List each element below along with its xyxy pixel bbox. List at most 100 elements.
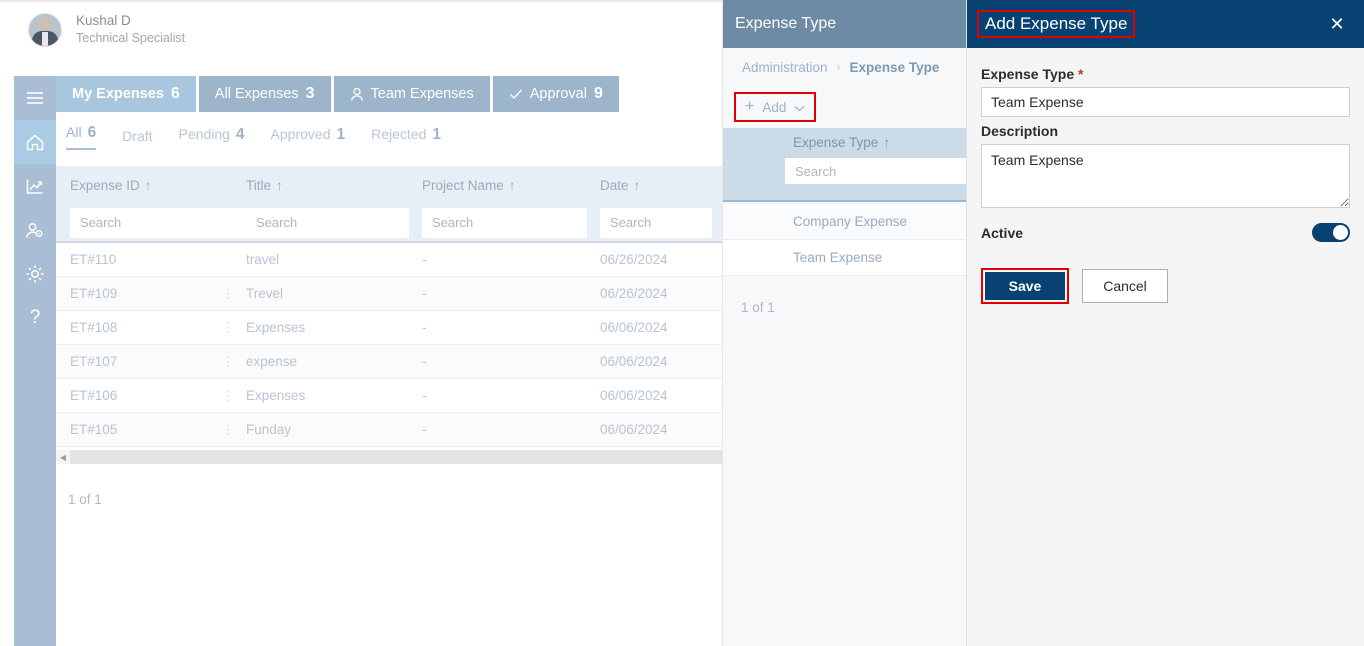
list-item[interactable]: Company Expense xyxy=(723,204,967,240)
cell-date: 06/06/2024 xyxy=(600,388,668,403)
active-label: Active xyxy=(981,224,1024,241)
column-header-expense-type[interactable]: Expense Type ↑ xyxy=(723,128,967,150)
tab-label: Team Expenses xyxy=(370,86,474,102)
table-row[interactable]: ET#108 ⋮ Expenses - 06/06/2024 xyxy=(56,311,723,345)
save-button[interactable]: Save xyxy=(985,272,1065,300)
column-label: Expense Type xyxy=(793,135,879,150)
add-expense-type-button[interactable]: + Add xyxy=(737,95,813,119)
scroll-left-arrow-icon[interactable]: ◀ xyxy=(56,450,70,464)
tab-all-expenses[interactable]: All Expenses 3 xyxy=(198,76,331,112)
gear-icon xyxy=(25,264,45,284)
expense-type-input[interactable] xyxy=(981,87,1350,117)
sidebar-item-help[interactable]: ? xyxy=(14,296,56,340)
close-icon[interactable]: ✕ xyxy=(1324,11,1350,37)
sort-asc-icon: ↑ xyxy=(633,177,641,193)
cell-expense-id: ET#105 xyxy=(70,422,118,437)
cell-project-name: - xyxy=(422,252,427,267)
required-marker: * xyxy=(1078,66,1084,82)
tab-count: 6 xyxy=(170,85,180,102)
cell-title: expense xyxy=(246,354,298,369)
subtab-pending[interactable]: Pending 4 xyxy=(179,126,245,150)
subtab-label: Pending xyxy=(178,126,230,142)
sort-asc-icon: ↑ xyxy=(144,177,152,193)
cell-expense-id: ET#107 xyxy=(70,354,118,369)
search-input-expense-type[interactable] xyxy=(785,158,967,184)
tab-team-expenses[interactable]: Team Expenses xyxy=(333,76,490,112)
add-expense-type-dialog: Add Expense Type ✕ Expense Type * Descri… xyxy=(966,0,1364,646)
description-textarea[interactable] xyxy=(981,144,1350,208)
row-menu-icon[interactable]: ⋮ xyxy=(222,354,246,370)
column-header-expense-id[interactable]: Expense ID ↑ xyxy=(56,178,246,193)
table-horizontal-scrollbar[interactable]: ◀ xyxy=(56,450,723,464)
user-meta: Kushal D Technical Specialist xyxy=(76,12,185,46)
table-header-row: Expense ID ↑ Title ↑ Project Name ↑ Date… xyxy=(56,166,723,204)
table-row[interactable]: ET#105 ⋮ Funday - 06/06/2024 xyxy=(56,413,723,447)
tab-label: All Expenses xyxy=(214,86,299,102)
subtab-count: 6 xyxy=(87,124,97,141)
cell-date: 06/26/2024 xyxy=(600,286,668,301)
cell-title: travel xyxy=(246,252,280,267)
chevron-down-icon xyxy=(794,100,805,115)
list-item[interactable]: Team Expense xyxy=(723,240,967,276)
cell-title: Trevel xyxy=(246,286,284,301)
search-input-project-name[interactable] xyxy=(422,207,587,238)
question-mark-icon: ? xyxy=(29,307,41,328)
add-button-label: Add xyxy=(762,99,787,115)
row-menu-icon[interactable]: ⋮ xyxy=(222,388,246,404)
sidebar-item-home[interactable] xyxy=(14,120,56,164)
tab-approval[interactable]: Approval 9 xyxy=(492,76,619,112)
table-row[interactable]: ET#109 ⋮ Trevel - 06/26/2024 xyxy=(56,277,723,311)
hamburger-icon xyxy=(26,91,44,105)
column-header-project-name[interactable]: Project Name ↑ xyxy=(422,178,600,193)
table-row[interactable]: ET#107 ⋮ expense - 06/06/2024 xyxy=(56,345,723,379)
home-icon xyxy=(25,133,45,152)
search-input-title[interactable] xyxy=(246,207,409,238)
row-menu-icon[interactable]: ⋮ xyxy=(222,422,246,438)
person-icon xyxy=(350,87,364,102)
cell-date: 06/06/2024 xyxy=(600,320,668,335)
cancel-button[interactable]: Cancel xyxy=(1082,269,1168,303)
tab-my-expenses[interactable]: My Expenses 6 xyxy=(56,76,196,112)
table-row[interactable]: ET#110 travel - 06/26/2024 xyxy=(56,243,723,277)
save-button-highlight: Save xyxy=(981,268,1069,304)
main-tabs: My Expenses 6 All Expenses 3 Team Expens… xyxy=(56,76,619,112)
search-input-expense-id[interactable] xyxy=(70,207,247,238)
sidebar-item-user-settings[interactable] xyxy=(14,208,56,252)
table-search-row xyxy=(56,204,723,243)
tab-label: My Expenses xyxy=(72,86,164,102)
breadcrumb-parent[interactable]: Administration xyxy=(742,60,828,75)
subtab-draft[interactable]: Draft xyxy=(122,128,152,150)
scrollbar-thumb[interactable] xyxy=(70,450,723,464)
subtab-approved[interactable]: Approved 1 xyxy=(271,126,346,150)
user-header: Kushal D Technical Specialist xyxy=(0,2,722,57)
expenses-table: Expense ID ↑ Title ↑ Project Name ↑ Date… xyxy=(56,166,723,448)
sidebar-item-settings[interactable] xyxy=(14,252,56,296)
user-name: Kushal D xyxy=(76,13,131,29)
sidebar-item-analytics[interactable] xyxy=(14,164,56,208)
sidebar-item-menu[interactable] xyxy=(14,76,56,120)
column-header-title[interactable]: Title ↑ xyxy=(246,178,422,193)
table-pager: 1 of 1 xyxy=(68,492,102,507)
dialog-actions: Save Cancel xyxy=(981,268,1350,304)
tab-count: 3 xyxy=(305,85,315,102)
avatar xyxy=(28,12,62,47)
active-toggle[interactable] xyxy=(1312,223,1350,242)
cell-project-name: - xyxy=(422,320,427,335)
subtab-rejected[interactable]: Rejected 1 xyxy=(371,126,441,150)
table-row[interactable]: ET#106 ⋮ Expenses - 06/06/2024 xyxy=(56,379,723,413)
row-menu-icon[interactable]: ⋮ xyxy=(222,320,246,336)
sidebar-rail: ? xyxy=(14,76,56,646)
search-input-date[interactable] xyxy=(600,207,712,238)
cell-date: 06/06/2024 xyxy=(600,354,668,369)
cell-project-name: - xyxy=(422,422,427,437)
chevron-right-icon: › xyxy=(836,60,841,74)
cell-project-name: - xyxy=(422,354,427,369)
row-menu-icon[interactable]: ⋮ xyxy=(222,286,246,302)
cell-title: Funday xyxy=(246,422,292,437)
cell-project-name: - xyxy=(422,388,427,403)
expense-type-list-header: Expense Type ↑ xyxy=(723,128,967,202)
column-header-date[interactable]: Date ↑ xyxy=(600,178,720,193)
cell-project-name: - xyxy=(422,286,427,301)
app-root: Kushal D Technical Specialist ? My Expen… xyxy=(0,0,1364,646)
subtab-all[interactable]: All 6 xyxy=(66,124,97,150)
